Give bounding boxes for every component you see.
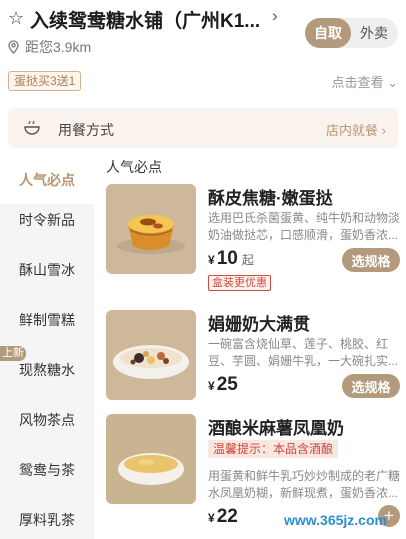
product-price: ¥25 xyxy=(208,374,238,395)
pickup-option[interactable]: 自取 xyxy=(305,18,351,48)
select-spec-button[interactable]: 选规格 xyxy=(342,248,400,272)
dining-mode-row[interactable]: 用餐方式 店内就餐 › xyxy=(8,108,398,148)
promo-badge[interactable]: 蛋挞买3送1 xyxy=(8,71,82,91)
store-header: ☆ 入续鸳鸯糖水铺（广州K1... › 距您3.9km 自取 外卖 xyxy=(0,0,406,66)
dining-value-text: 店内就餐 xyxy=(326,123,379,138)
dining-label: 用餐方式 xyxy=(58,122,114,138)
select-spec-button[interactable]: 选规格 xyxy=(342,374,400,398)
sidebar-item-snacks[interactable]: 风物茶点 xyxy=(0,396,94,444)
product-alcohol-tag: 温馨提示：本品含酒酿 xyxy=(208,440,339,458)
product-price: ¥10 起 xyxy=(208,248,254,269)
view-promo-label: 点击查看 xyxy=(331,75,384,90)
section-title: 人气必点 xyxy=(106,159,162,175)
product-image-egg-tart xyxy=(106,184,196,274)
product-image-dessert-bowl xyxy=(106,310,196,400)
distance-text: 距您3.9km xyxy=(25,39,92,55)
dining-value[interactable]: 店内就餐 › xyxy=(326,120,386,139)
star-icon[interactable]: ☆ xyxy=(8,8,24,29)
sidebar-item-shaved-ice[interactable]: 酥山雪冰 xyxy=(0,246,94,294)
chevron-right-icon: › xyxy=(381,123,386,138)
sidebar-item-milk-tea[interactable]: 厚料乳茶 xyxy=(0,496,94,539)
store-name[interactable]: 入续鸳鸯糖水铺（广州K1... xyxy=(30,6,260,33)
new-badge: 上新 xyxy=(0,346,26,361)
sidebar-item-seasonal[interactable]: 时令新品 xyxy=(0,196,94,244)
product-name: 酥皮焦糖·嫩蛋挞 xyxy=(208,189,333,208)
view-promo-link[interactable]: 点击查看 ⌄ xyxy=(331,72,398,91)
chevron-down-icon: ⌄ xyxy=(387,75,398,90)
distance-row: 距您3.9km xyxy=(8,37,91,57)
product-desc: 用蛋黄和鲜牛乳巧妙炒制成的老广糖水凤凰奶糊，新鲜现煮，蛋奶香浓... xyxy=(208,469,400,500)
product-desc: 一碗富含烧仙草、莲子、桃胶、红豆、芋圆、娟姗牛乳，一大碗扎实... xyxy=(208,337,399,368)
chevron-right-icon[interactable]: › xyxy=(272,6,278,26)
product-image-phoenix-milk xyxy=(106,414,196,504)
sidebar-item-yuanyang-tea[interactable]: 鸳鸯与茶 xyxy=(0,446,94,494)
watermark: www.365jz.com xyxy=(284,512,387,528)
location-pin-icon xyxy=(8,40,19,54)
order-mode-toggle[interactable]: 自取 外卖 xyxy=(305,18,398,48)
bowl-icon xyxy=(24,120,40,135)
product-price: ¥22 xyxy=(208,506,238,527)
sidebar-item-ice-cream[interactable]: 鲜制雪糕 xyxy=(0,296,94,344)
product-desc: 选用巴氏杀菌蛋黄、纯牛奶和动物淡奶油做挞芯，口感顺滑，蛋奶香浓... xyxy=(208,211,400,242)
product-tag: 盒装更优惠 xyxy=(208,275,271,291)
product-card[interactable]: 娟姗奶大满贯 一碗富含烧仙草、莲子、桃胶、红豆、芋圆、娟姗牛乳，一大碗扎实...… xyxy=(106,310,400,406)
product-name: 娟姗奶大满贯 xyxy=(208,315,310,334)
delivery-option[interactable]: 外卖 xyxy=(351,18,397,48)
product-name: 酒酿米麻薯凤凰奶 xyxy=(208,419,344,438)
product-card[interactable]: 酥皮焦糖·嫩蛋挞 选用巴氏杀菌蛋黄、纯牛奶和动物淡奶油做挞芯，口感顺滑，蛋奶香浓… xyxy=(106,184,400,294)
